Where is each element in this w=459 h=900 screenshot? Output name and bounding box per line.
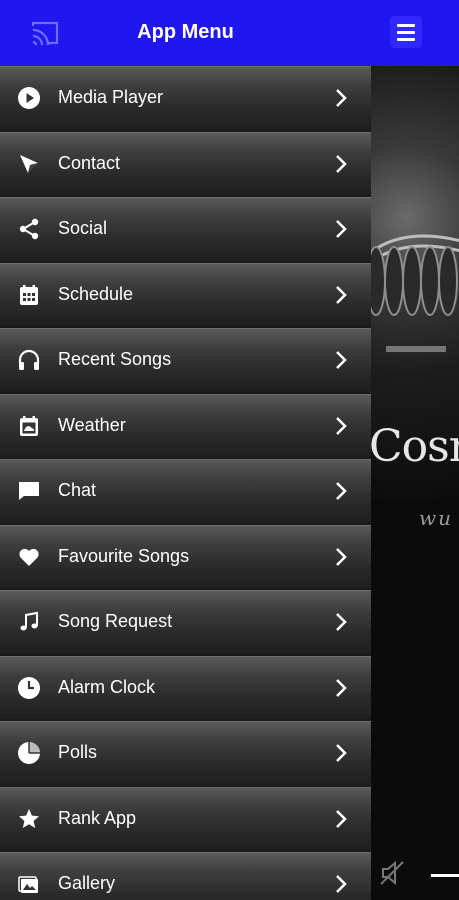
chevron-right-icon (336, 678, 347, 697)
weather-icon (16, 413, 42, 439)
volume-mute-icon[interactable] (377, 858, 407, 888)
chevron-right-icon (336, 220, 347, 238)
menu-item-label: Weather (58, 414, 126, 435)
chat-icon (16, 478, 42, 504)
menu-item-label: Chat (58, 480, 97, 500)
chevron-right-icon (336, 416, 347, 435)
menu-item-label: Schedule (58, 283, 134, 304)
menu-item-label: Media Player (58, 87, 164, 107)
menu-item-label: Recent Songs (58, 349, 172, 369)
microphone-icon (371, 234, 459, 352)
menu-item-weather[interactable]: Weather (0, 393, 371, 457)
heart-icon (16, 544, 42, 570)
chevron-right-icon (336, 613, 347, 631)
hero-title: Cosm (371, 421, 459, 472)
pie-chart-icon (16, 740, 42, 766)
menu-item-label: Social (58, 218, 108, 238)
share-icon (16, 216, 42, 242)
app-toolbar (371, 0, 459, 66)
chevron-right-icon (336, 547, 347, 566)
menu-item-social[interactable]: Social (0, 197, 371, 261)
menu-item-rank-app[interactable]: Rank App (0, 786, 371, 850)
menu-item-song-request[interactable]: Song Request (0, 590, 371, 654)
star-icon (16, 806, 42, 832)
menu-item-favourite-songs[interactable]: Favourite Songs (0, 524, 371, 588)
clock-icon (16, 675, 42, 701)
chevron-right-icon (336, 89, 347, 107)
chevron-right-icon (336, 351, 347, 369)
play-circle-icon (16, 85, 42, 111)
menu-item-chat[interactable]: Chat (0, 459, 371, 523)
hero-image: Cosm wu (371, 66, 459, 530)
menu-item-label: Gallery (58, 873, 116, 893)
menu-item-label: Contact (58, 152, 121, 173)
menu-item-alarm-clock[interactable]: Alarm Clock (0, 655, 371, 719)
hamburger-menu-icon[interactable] (390, 16, 422, 48)
hero-subtitle: wu (419, 506, 453, 530)
chevron-right-icon (336, 154, 347, 173)
menu-item-label: Rank App (58, 807, 137, 828)
app-background: Cosm wu (371, 0, 459, 900)
chevron-right-icon (336, 875, 347, 893)
menu-item-gallery[interactable]: Gallery (0, 852, 371, 900)
drawer-title: App Menu (137, 21, 234, 43)
playback-progress-bar[interactable] (431, 874, 459, 877)
chevron-right-icon (336, 285, 347, 304)
gallery-icon (16, 871, 42, 897)
menu-item-label: Favourite Songs (58, 545, 190, 566)
menu-item-schedule[interactable]: Schedule (0, 262, 371, 326)
calendar-icon (16, 282, 42, 308)
menu-item-media-player[interactable]: Media Player (0, 66, 371, 130)
drawer-header: App Menu (0, 0, 371, 66)
menu-item-recent-songs[interactable]: Recent Songs (0, 328, 371, 392)
chevron-right-icon (336, 744, 347, 762)
menu-item-label: Song Request (58, 611, 173, 631)
chevron-right-icon (336, 809, 347, 828)
menu-item-contact[interactable]: Contact (0, 131, 371, 195)
chevron-right-icon (336, 482, 347, 500)
headphones-icon (16, 347, 42, 373)
menu-item-label: Polls (58, 742, 98, 762)
drawer-menu: Media Player Contact Social Schedule Rec… (0, 66, 371, 900)
menu-item-polls[interactable]: Polls (0, 721, 371, 785)
menu-item-label: Alarm Clock (58, 676, 156, 697)
send-icon (16, 151, 42, 177)
music-note-icon (16, 609, 42, 635)
navigation-drawer: App Menu Media Player Contact Social Sch… (0, 0, 371, 900)
